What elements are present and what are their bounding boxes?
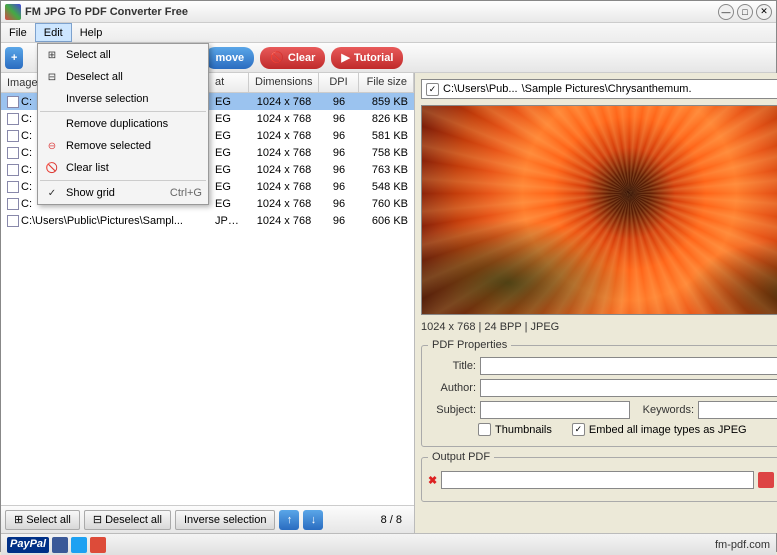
maximize-button[interactable]: □	[737, 4, 753, 20]
pdf-keywords-input[interactable]	[698, 401, 777, 419]
menu-item[interactable]: Remove duplications	[38, 113, 208, 135]
facebook-icon[interactable]	[52, 537, 68, 553]
minimize-button[interactable]: —	[718, 4, 734, 20]
menu-edit[interactable]: Edit	[35, 23, 72, 42]
table-row[interactable]: C:\Users\Public\Pictures\Sampl...JPEG102…	[1, 212, 414, 229]
menu-item[interactable]: ⊞Select all	[38, 44, 208, 66]
edit-menu-dropdown: ⊞Select all⊟Deselect allInverse selectio…	[37, 43, 209, 205]
pdf-properties-group: PDF Properties Title: Author: Subject: K…	[421, 339, 777, 447]
remove-button[interactable]: move	[205, 47, 254, 69]
pdf-title-input[interactable]	[480, 357, 777, 375]
inverse-selection-button[interactable]: Inverse selection	[175, 510, 276, 530]
add-button[interactable]: +	[5, 47, 23, 69]
paypal-icon[interactable]: PayPal	[7, 537, 49, 553]
tutorial-button[interactable]: ▶ Tutorial	[331, 47, 403, 69]
output-pdf-group: Output PDF ✖ ▶ Start	[421, 451, 777, 502]
file-icon	[7, 164, 19, 176]
menu-item[interactable]: 🚫Clear list	[38, 157, 208, 179]
move-up-button[interactable]: ↑	[279, 510, 299, 530]
file-icon	[7, 96, 19, 108]
deselect-all-button[interactable]: ⊟ Deselect all	[84, 510, 171, 530]
app-icon	[5, 4, 21, 20]
preview-path: ✓ C:\Users\Pub...\Sample Pictures\Chrysa…	[421, 79, 777, 99]
pdf-author-input[interactable]	[480, 379, 777, 397]
menu-help[interactable]: Help	[72, 23, 111, 42]
embed-jpeg-checkbox[interactable]: ✓Embed all image types as JPEG	[572, 423, 747, 436]
move-down-button[interactable]: ↓	[303, 510, 323, 530]
menu-item[interactable]: ✓Show gridCtrl+G	[38, 182, 208, 204]
count-label: 8 / 8	[327, 514, 410, 526]
thumbnails-checkbox[interactable]: Thumbnails	[478, 423, 552, 436]
menu-item[interactable]: ⊖Remove selected	[38, 135, 208, 157]
window-title: FM JPG To PDF Converter Free	[25, 6, 718, 18]
image-preview	[421, 105, 777, 315]
menu-file[interactable]: File	[1, 23, 35, 42]
file-icon	[7, 181, 19, 193]
clear-button[interactable]: 🚫 Clear	[260, 47, 325, 69]
file-icon	[7, 198, 19, 210]
close-button[interactable]: ✕	[756, 4, 772, 20]
path-check-icon: ✓	[426, 83, 439, 96]
menu-item[interactable]: Inverse selection	[38, 88, 208, 110]
select-all-button[interactable]: ⊞ Select all	[5, 510, 80, 530]
file-icon	[7, 130, 19, 142]
twitter-icon[interactable]	[71, 537, 87, 553]
file-icon	[7, 215, 19, 227]
gplus-icon[interactable]	[90, 537, 106, 553]
output-path-input[interactable]	[441, 471, 754, 489]
pdf-subject-input[interactable]	[480, 401, 630, 419]
clear-output-icon[interactable]: ✖	[428, 474, 437, 487]
pdf-icon	[758, 472, 774, 488]
site-link[interactable]: fm-pdf.com	[715, 539, 770, 551]
file-icon	[7, 147, 19, 159]
image-meta: 1024 x 768 | 24 BPP | JPEG	[421, 321, 559, 333]
file-icon	[7, 113, 19, 125]
menu-item[interactable]: ⊟Deselect all	[38, 66, 208, 88]
